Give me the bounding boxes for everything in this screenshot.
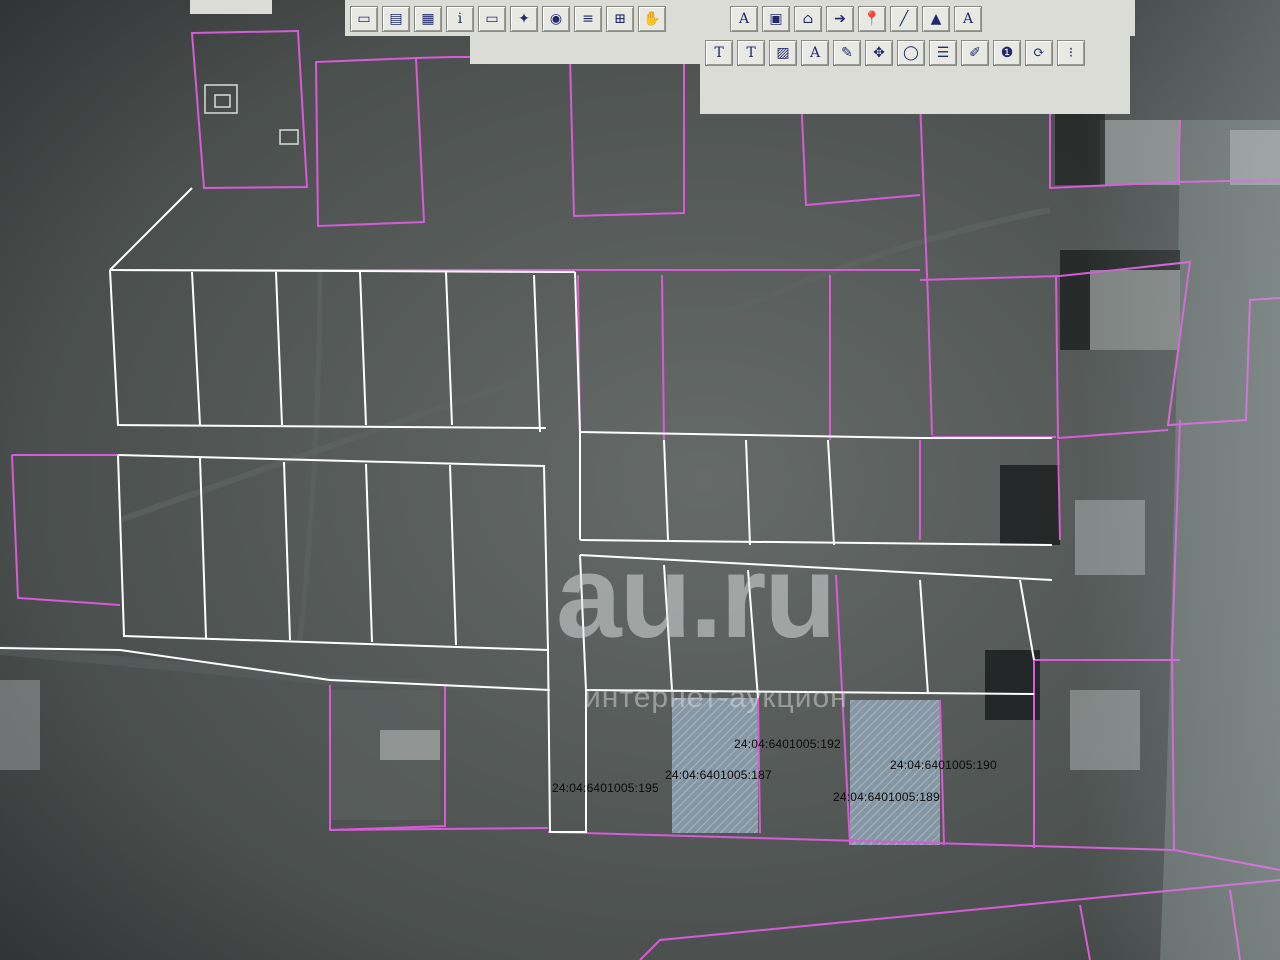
info-icon[interactable]: i — [446, 6, 474, 32]
frame-icon[interactable]: ▣ — [762, 6, 790, 32]
watermark-tagline: интернет-аукцион — [584, 681, 848, 714]
refresh-icon[interactable]: ⟳ — [1025, 40, 1053, 66]
arrow-icon[interactable]: ➔ — [826, 6, 854, 32]
target-tool-icon[interactable]: ◉ — [542, 6, 570, 32]
gis-toolbar: ▭ ▤ ▦ i ▭ ✦ ◉ ≡ ⊞ ✋ A ▣ ⌂ ➔ 📍 ╱ ▲ A T T ▨ A ✎ ✥ ◯ ☰ ✐ ❶ ⟳ ⁝ — [190, 0, 1280, 118]
watermark-logo: au.ru — [556, 531, 836, 663]
toolbar-row-1: ▭ ▤ ▦ i ▭ ✦ ◉ ≡ ⊞ ✋ — [350, 4, 666, 34]
point-tool-icon[interactable]: ✦ — [510, 6, 538, 32]
layers-icon[interactable]: ▤ — [382, 6, 410, 32]
parcel-label-187[interactable]: 24:04:6401005:187 — [665, 768, 772, 782]
text-help-icon[interactable]: A — [954, 6, 982, 32]
circle-tool-icon[interactable]: ◯ — [897, 40, 925, 66]
db-info-icon[interactable]: ❶ — [993, 40, 1021, 66]
compass-icon[interactable]: ✥ — [865, 40, 893, 66]
edit-text-icon[interactable]: ✎ — [833, 40, 861, 66]
map-edit-icon[interactable]: ✐ — [961, 40, 989, 66]
aerial-map-canvas[interactable] — [0, 0, 1280, 960]
text-mark-icon[interactable]: A — [801, 40, 829, 66]
ruler-icon[interactable]: ≡ — [574, 6, 602, 32]
parcel-label-190[interactable]: 24:04:6401005:190 — [890, 758, 997, 772]
house-icon[interactable]: ⌂ — [794, 6, 822, 32]
parcel-label-195[interactable]: 24:04:6401005:195 — [552, 781, 659, 795]
layer-stack-icon[interactable]: ☰ — [929, 40, 957, 66]
toolbar-row-2: A ▣ ⌂ ➔ 📍 ╱ ▲ A — [730, 4, 982, 34]
map-screen: ▭ ▤ ▦ i ▭ ✦ ◉ ≡ ⊞ ✋ A ▣ ⌂ ➔ 📍 ╱ ▲ A T T ▨ A ✎ ✥ ◯ ☰ ✐ ❶ ⟳ ⁝ 24:04:6… — [0, 0, 1280, 960]
selected-parcel-189[interactable] — [850, 700, 940, 845]
table-icon[interactable]: ▦ — [414, 6, 442, 32]
text-tml-icon[interactable]: T — [737, 40, 765, 66]
parcel-label-192[interactable]: 24:04:6401005:192 — [734, 737, 841, 751]
polygon-help-icon[interactable]: ▲ — [922, 6, 950, 32]
text-fw-icon[interactable]: T — [705, 40, 733, 66]
grid-icon[interactable]: ⊞ — [606, 6, 634, 32]
pin-help-icon[interactable]: 📍 — [858, 6, 886, 32]
toolbar-row-3: T T ▨ A ✎ ✥ ◯ ☰ ✐ ❶ ⟳ ⁝ — [705, 38, 1085, 68]
image-text-icon[interactable]: ▨ — [769, 40, 797, 66]
pan-hand-icon[interactable]: ✋ — [638, 6, 666, 32]
open-file-icon[interactable]: ▭ — [350, 6, 378, 32]
coordinates-icon[interactable]: ⁝ — [1057, 40, 1085, 66]
rect-select-icon[interactable]: ▭ — [478, 6, 506, 32]
line-help-icon[interactable]: ╱ — [890, 6, 918, 32]
text-label-icon[interactable]: A — [730, 6, 758, 32]
parcel-label-189[interactable]: 24:04:6401005:189 — [833, 790, 940, 804]
selected-parcel-187[interactable] — [672, 698, 758, 833]
